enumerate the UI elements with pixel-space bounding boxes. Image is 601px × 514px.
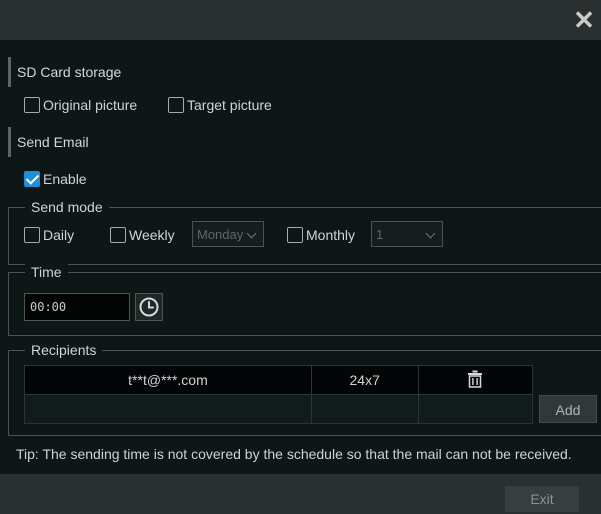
monthly-checkbox-box[interactable] (287, 227, 303, 244)
daily-checkbox[interactable]: Daily (24, 226, 75, 244)
enable-label: Enable (43, 171, 87, 188)
exit-button[interactable]: Exit (505, 486, 579, 512)
clock-icon (139, 297, 159, 317)
daily-checkbox-box[interactable] (24, 227, 40, 244)
target-picture-checkbox-box[interactable] (168, 97, 184, 114)
recipient-delete-cell (417, 394, 533, 424)
chevron-down-icon (425, 228, 436, 239)
tip-text: Tip: The sending time is not covered by … (16, 446, 572, 462)
monthly-day-select[interactable]: 1 (371, 221, 443, 247)
monthly-checkbox[interactable]: Monthly (287, 226, 356, 244)
daily-label: Daily (43, 227, 75, 244)
chevron-down-icon (246, 228, 257, 239)
recipients-table: t**t@***.com 24x7 (24, 365, 533, 424)
weekly-checkbox-box[interactable] (110, 227, 126, 244)
recipient-email (24, 394, 312, 424)
table-row[interactable]: t**t@***.com 24x7 (24, 365, 533, 395)
weekly-checkbox[interactable]: Weekly (110, 226, 175, 244)
recipients-legend: Recipients (25, 342, 103, 358)
trash-icon[interactable] (467, 370, 483, 388)
sd-card-storage-heading: SD Card storage (8, 57, 121, 87)
original-picture-checkbox-box[interactable] (24, 97, 40, 114)
target-picture-checkbox[interactable]: Target picture (168, 96, 272, 114)
send-mode-legend: Send mode (25, 199, 109, 215)
weekly-label: Weekly (129, 227, 175, 244)
monthly-label: Monthly (306, 227, 356, 244)
send-email-heading: Send Email (8, 127, 89, 157)
enable-checkbox[interactable]: Enable (24, 170, 87, 188)
time-picker-button[interactable] (135, 293, 163, 321)
original-picture-label: Original picture (43, 97, 138, 114)
table-row[interactable] (24, 394, 533, 424)
close-button[interactable]: ✕ (571, 6, 597, 34)
recipient-schedule (310, 394, 419, 424)
time-input[interactable]: 00:00 (24, 293, 130, 321)
dialog-title-bar (0, 0, 601, 40)
recipient-email: t**t@***.com (24, 365, 312, 395)
weekly-day-value: Monday (197, 227, 244, 242)
recipient-delete-cell[interactable] (417, 365, 533, 395)
weekly-day-select[interactable]: Monday (192, 221, 264, 247)
enable-checkbox-box[interactable] (24, 171, 40, 188)
recipient-schedule: 24x7 (310, 365, 419, 395)
add-recipient-button[interactable]: Add (539, 395, 597, 423)
close-icon: ✕ (573, 5, 595, 35)
time-legend: Time (25, 264, 68, 280)
original-picture-checkbox[interactable]: Original picture (24, 96, 138, 114)
monthly-day-value: 1 (376, 227, 384, 242)
target-picture-label: Target picture (187, 97, 272, 114)
